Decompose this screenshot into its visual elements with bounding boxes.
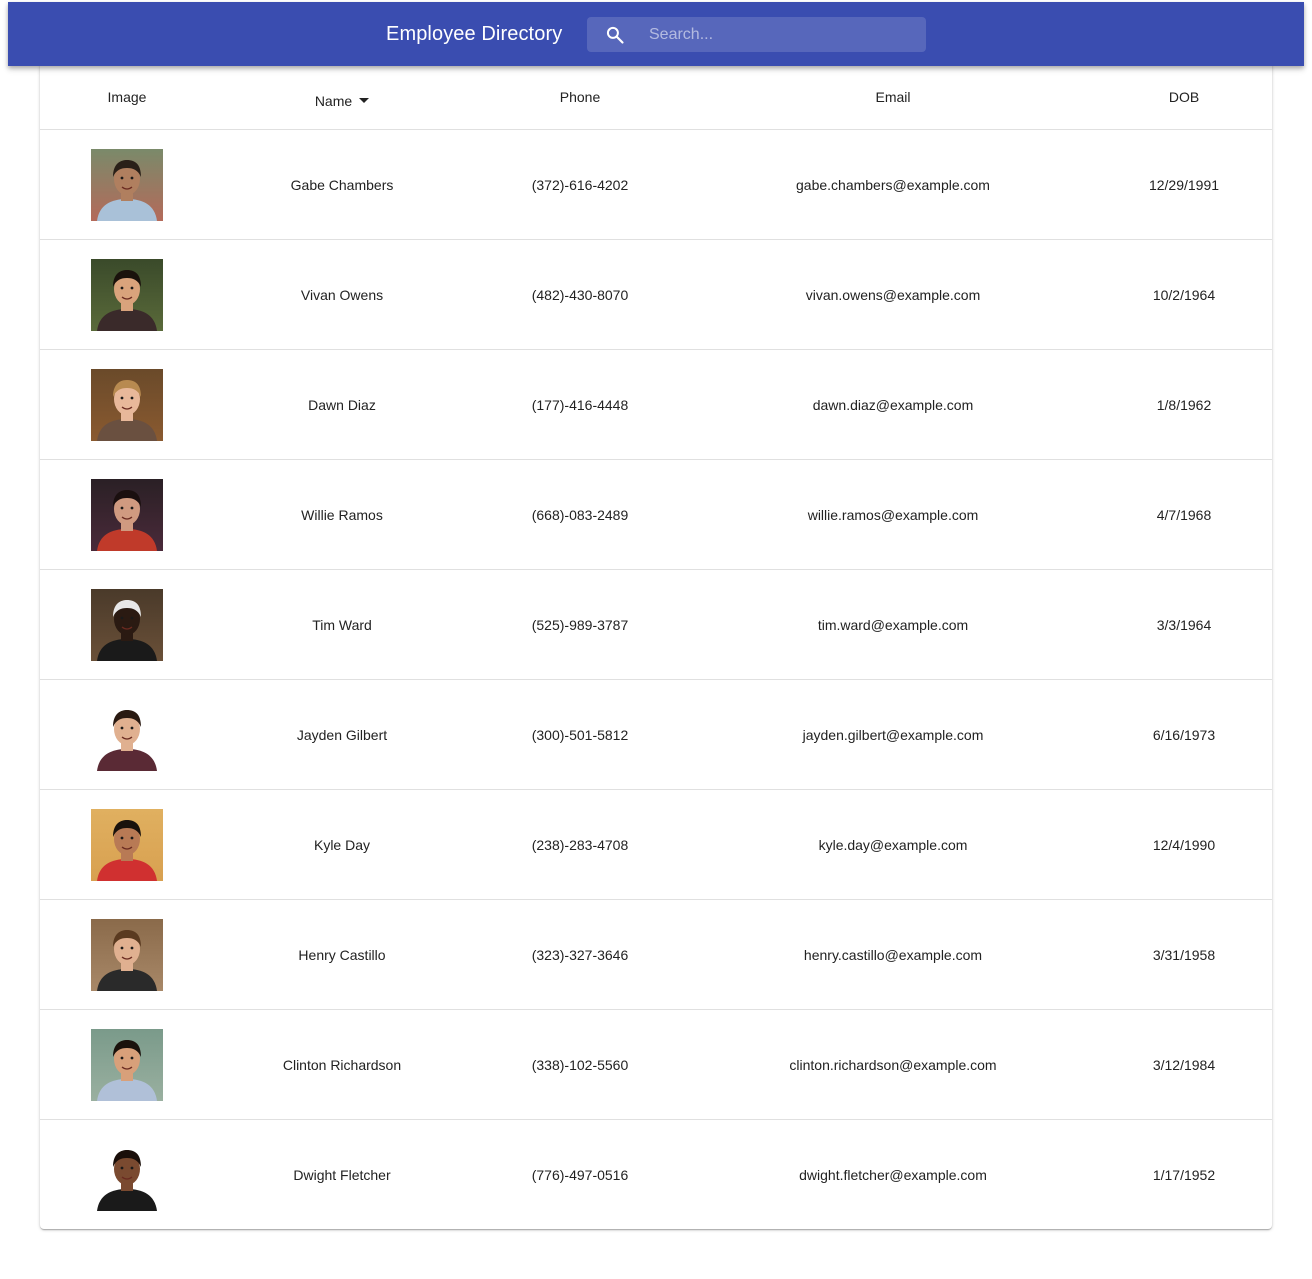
employee-email: gabe.chambers@example.com (690, 129, 1096, 240)
employee-photo (91, 1138, 163, 1211)
column-header-email: Email (690, 64, 1096, 130)
employee-name: Jayden Gilbert (214, 679, 470, 790)
employee-name: Clinton Richardson (214, 1009, 470, 1120)
table-row: Dawn Diaz (177)-416-4448 dawn.diaz@example… (40, 349, 1272, 460)
employee-email: jayden.gilbert@example.com (690, 679, 1096, 790)
employee-photo (91, 808, 163, 881)
employee-email: dawn.diaz@example.com (690, 349, 1096, 460)
table-row: Henry Castillo (323)-327-3646 henry.castil… (40, 899, 1272, 1010)
employee-image-cell (40, 129, 214, 240)
employee-dob: 3/3/1964 (1096, 569, 1272, 680)
column-header-phone: Phone (470, 64, 690, 130)
person-photo-icon (91, 698, 163, 771)
employee-name: Willie Ramos (214, 459, 470, 570)
employee-phone: (177)-416-4448 (470, 349, 690, 460)
search-icon (606, 26, 624, 44)
employee-photo (91, 918, 163, 991)
employee-image-cell (40, 569, 214, 680)
employee-name: Dawn Diaz (214, 349, 470, 460)
employee-phone: (338)-102-5560 (470, 1009, 690, 1120)
employee-email: dwight.fletcher@example.com (799, 1166, 987, 1183)
sort-by-name-button[interactable]: Name (314, 92, 370, 109)
person-photo-icon (91, 588, 163, 661)
table-row: Tim Ward (525)-989-3787 tim.ward@example.c… (40, 569, 1272, 680)
employee-phone: (776)-497-0516 (531, 1166, 629, 1183)
table-header-row: Image Name Phone Email DOB (40, 64, 1272, 130)
person-photo-icon (91, 808, 163, 881)
employee-image-cell (40, 679, 214, 790)
employee-dob: 4/7/1968 (1096, 459, 1272, 570)
employee-phone: (525)-989-3787 (470, 569, 690, 680)
employee-dob: 1/17/1952 (1152, 1166, 1216, 1183)
table-row: Willie Ramos (668)-083-2489 willie.ramos@e… (40, 459, 1272, 570)
employee-email: tim.ward@example.com (690, 569, 1096, 680)
employee-phone: (238)-283-4708 (470, 789, 690, 900)
table-row: Gabe Chambers (372)-616-4202 gabe.chambers… (40, 129, 1272, 240)
employee-photo (91, 368, 163, 441)
column-header-dob: DOB (1096, 64, 1272, 130)
employee-name: Tim Ward (214, 569, 470, 680)
employee-dob: 1/8/1962 (1096, 349, 1272, 460)
app-bar: Employee Directory (8, 2, 1304, 66)
column-header-name-label: Name (314, 92, 353, 109)
employee-image-cell (40, 1009, 214, 1120)
employee-name: Kyle Day (214, 789, 470, 900)
employee-phone: (300)-501-5812 (470, 679, 690, 790)
employee-photo (91, 1028, 163, 1101)
person-photo-icon (91, 258, 163, 331)
employee-photo (91, 478, 163, 551)
employee-photo (91, 258, 163, 331)
employee-dob: 12/29/1991 (1096, 129, 1272, 240)
employee-image-cell (40, 459, 214, 570)
employee-email: clinton.richardson@example.com (690, 1009, 1096, 1120)
employee-dob: 10/2/1964 (1096, 239, 1272, 350)
employee-dob: 12/4/1990 (1096, 789, 1272, 900)
employee-table: Image Name Phone Email DOB Gabe Chambers… (40, 64, 1272, 1229)
person-photo-icon (91, 148, 163, 221)
table-row: Dwight Fletcher (776)-497-0516 dwight.flet… (40, 1120, 1272, 1230)
table-row: Vivan Owens (482)-430-8070 vivan.owens@exa… (40, 239, 1272, 350)
person-photo-icon (91, 478, 163, 551)
table-row: Kyle Day (238)-283-4708 kyle.day@example.c… (40, 789, 1272, 900)
person-photo-icon (91, 368, 163, 441)
column-header-image: Image (40, 64, 214, 130)
person-photo-icon (91, 1138, 163, 1211)
employee-name: Gabe Chambers (214, 129, 470, 240)
employee-table-card: Image Name Phone Email DOB Gabe Chambers… (40, 64, 1272, 1229)
employee-name: Henry Castillo (214, 899, 470, 1010)
employee-phone: (668)-083-2489 (470, 459, 690, 570)
table-row: Jayden Gilbert (300)-501-5812 jayden.gilbe… (40, 679, 1272, 790)
sort-arrow-down-icon (359, 98, 370, 103)
employee-image-cell (40, 1120, 214, 1230)
employee-name: Vivan Owens (214, 239, 470, 350)
employee-image-cell (40, 239, 214, 350)
employee-name: Dwight Fletcher (293, 1166, 391, 1183)
employee-image-cell (40, 899, 214, 1010)
employee-photo (91, 148, 163, 221)
employee-photo (91, 588, 163, 661)
employee-image-cell (40, 789, 214, 900)
employee-email: kyle.day@example.com (690, 789, 1096, 900)
employee-dob: 3/12/1984 (1096, 1009, 1272, 1120)
search-box[interactable] (587, 17, 926, 52)
search-input[interactable] (649, 17, 919, 52)
employee-photo (91, 698, 163, 771)
employee-phone: (372)-616-4202 (470, 129, 690, 240)
person-photo-icon (91, 1028, 163, 1101)
table-body: Gabe Chambers (372)-616-4202 gabe.chambers… (40, 129, 1272, 1230)
table-row: Clinton Richardson (338)-102-5560 clinton.… (40, 1009, 1272, 1120)
employee-dob: 6/16/1973 (1096, 679, 1272, 790)
employee-email: henry.castillo@example.com (690, 899, 1096, 1010)
employee-phone: (482)-430-8070 (470, 239, 690, 350)
column-header-name[interactable]: Name (214, 64, 470, 130)
employee-image-cell (40, 349, 214, 460)
employee-email: willie.ramos@example.com (690, 459, 1096, 570)
employee-phone: (323)-327-3646 (470, 899, 690, 1010)
app-title: Employee Directory (386, 23, 563, 45)
person-photo-icon (91, 918, 163, 991)
employee-dob: 3/31/1958 (1096, 899, 1272, 1010)
employee-email: vivan.owens@example.com (690, 239, 1096, 350)
